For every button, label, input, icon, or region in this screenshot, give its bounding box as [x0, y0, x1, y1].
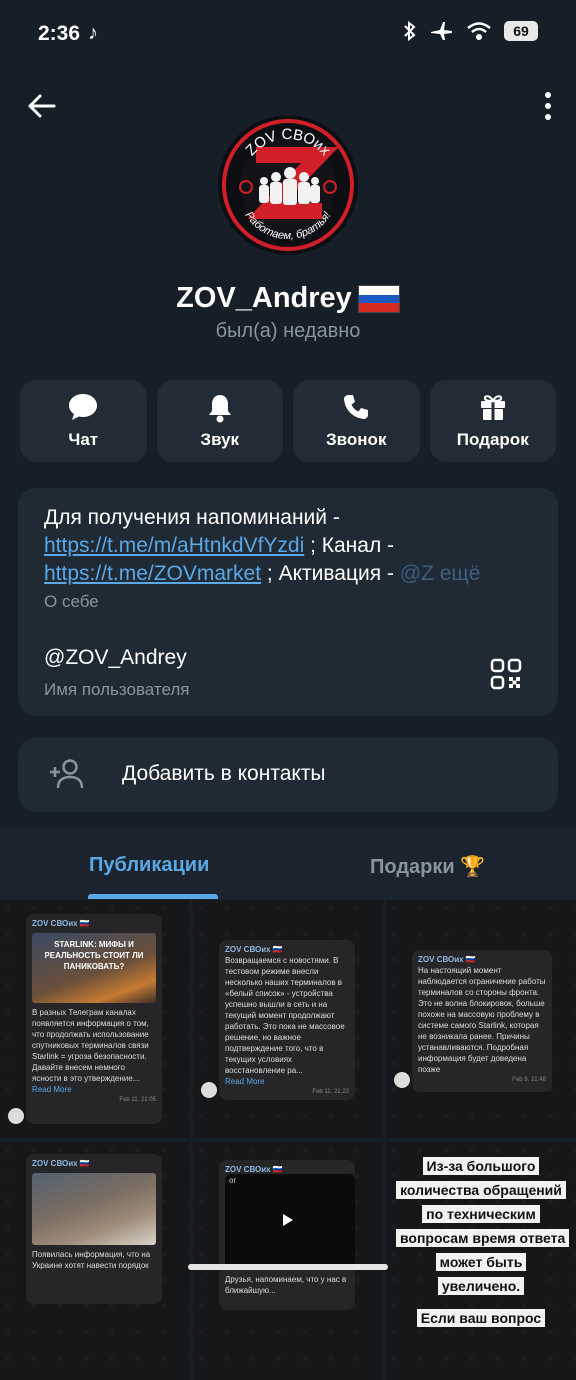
post-tile[interactable]: ZOV СВОих 🇷🇺 ог Друзья, напоминаем, что …	[193, 1142, 383, 1380]
notice-line: Если ваш вопрос	[416, 1309, 546, 1327]
username-label: Имя пользователя	[44, 680, 190, 699]
post-channel-name: ZOV СВОих 🇷🇺	[32, 919, 90, 928]
bio-link-channel[interactable]: https://t.me/ZOVmarket	[44, 562, 261, 585]
post-tile[interactable]: ZOV СВОих 🇷🇺 Появилась информация, что н…	[0, 1142, 190, 1380]
last-seen-status: был(а) недавно	[215, 320, 361, 342]
add-contact-button[interactable]: Добавить в контакты	[18, 738, 558, 812]
channel-avatar-mini	[201, 1082, 217, 1098]
gift-icon	[480, 395, 505, 420]
profile-name-row: ZOV_Andrey	[0, 282, 576, 315]
post-text: Появилась информация, что на Украине хот…	[32, 1250, 151, 1270]
post-channel-name: ZOV СВОих 🇷🇺	[32, 1159, 90, 1168]
chat-bubble-icon	[69, 394, 98, 420]
call-button[interactable]: Звонок	[293, 380, 420, 462]
post-bubble: ZOV СВОих 🇷🇺 Возвращаемся с новостями. В…	[219, 940, 355, 1100]
username[interactable]: @ZOV_Andrey	[44, 646, 187, 670]
post-text: В разных Телеграм каналах появляется инф…	[32, 1008, 149, 1083]
sound-button[interactable]: Звук	[156, 380, 283, 462]
action-buttons: Чат Звук Звонок Подарок	[20, 380, 556, 462]
post-text: Возвращаемся с новостями. В тестовом реж…	[225, 956, 345, 1075]
profile-info-card: Для получения напоминаний - https://t.me…	[18, 488, 558, 716]
bio-text-part: ; Канал -	[304, 534, 395, 557]
bio-fade-text: @Z	[399, 562, 434, 585]
bio-more-link[interactable]: ещё	[440, 562, 481, 585]
post-image	[32, 1173, 156, 1245]
profile-name: ZOV_Andrey	[176, 282, 352, 314]
post-channel-name: ZOV СВОих 🇷🇺	[225, 945, 283, 954]
wifi-icon	[467, 22, 491, 40]
post-text: Друзья, напоминаем, что у нас в ближайшу…	[225, 1275, 347, 1295]
tab-gifts[interactable]: Подарки 🏆	[370, 854, 485, 879]
notice-line: Из-за большого количества обращений по т…	[396, 1157, 570, 1295]
post-tile[interactable]: ZOV СВОих 🇷🇺 Возвращаемся с новостями. В…	[193, 900, 383, 1138]
post-date: Feb 11, 21:05	[119, 1097, 156, 1103]
call-button-label: Звонок	[326, 430, 387, 449]
bluetooth-icon	[404, 20, 416, 42]
post-video[interactable]: ог	[225, 1174, 355, 1270]
channel-avatar-mini	[394, 1072, 410, 1088]
post-date: Feb 11, 21:22	[312, 1089, 349, 1095]
phone-icon	[344, 395, 369, 419]
clock: 2:36	[38, 22, 81, 45]
post-bubble: ZOV СВОих 🇷🇺 Появилась информация, что н…	[26, 1154, 162, 1304]
chat-button[interactable]: Чат	[20, 380, 147, 462]
post-channel-name: ZOV СВОих 🇷🇺	[418, 955, 476, 964]
play-icon	[283, 1214, 293, 1226]
active-tab-indicator	[88, 894, 218, 899]
battery-indicator: 69	[504, 21, 538, 41]
chat-button-label: Чат	[68, 430, 99, 449]
tab-bar: Публикации Подарки 🏆	[0, 828, 576, 900]
post-bubble: ZOV СВОих 🇷🇺 STARLINK: МИФЫ И РЕАЛЬНОСТЬ…	[26, 914, 162, 1124]
bio-text: Для получения напоминаний - https://t.me…	[44, 504, 534, 588]
notice-text: Из-за большого количества обращений по т…	[396, 1154, 570, 1330]
bio-label: О себе	[44, 592, 99, 611]
add-contact-label: Добавить в контакты	[122, 762, 326, 785]
read-more-link[interactable]: Read More	[225, 1077, 265, 1086]
add-person-icon	[50, 759, 84, 789]
post-image: STARLINK: МИФЫ И РЕАЛЬНОСТЬ СТОИТ ЛИ ПАН…	[32, 933, 156, 1003]
read-more-link[interactable]: Read More	[32, 1085, 72, 1094]
system-icons: 69	[402, 20, 538, 42]
airplane-icon	[431, 22, 452, 40]
post-date: Feb 9, 21:48	[512, 1077, 546, 1083]
music-note-icon: ♪	[88, 22, 98, 44]
bell-icon	[208, 395, 231, 423]
post-text: На настоящий момент наблюдается ограниче…	[418, 966, 546, 1074]
russia-flag-icon	[357, 284, 400, 313]
post-image-caption: STARLINK: МИФЫ И РЕАЛЬНОСТЬ СТОИТ ЛИ ПАН…	[44, 940, 144, 971]
tab-publications[interactable]: Публикации	[89, 854, 209, 877]
gesture-handle	[188, 1264, 388, 1270]
channel-logo: ZOV СВОих Работаем, братья!	[220, 117, 356, 253]
back-arrow-icon[interactable]	[24, 88, 60, 124]
post-bubble: ZOV СВОих 🇷🇺 На настоящий момент наблюда…	[412, 950, 552, 1092]
gift-button-label: Подарок	[456, 430, 529, 449]
sound-button-label: Звук	[200, 430, 240, 449]
bio-text-part: ; Активация -	[261, 562, 400, 585]
status-bar: 2:36 ♪ 69	[0, 0, 576, 68]
post-tile[interactable]: ZOV СВОих 🇷🇺 На настоящий момент наблюда…	[386, 900, 576, 1138]
post-tile[interactable]: Из-за большого количества обращений по т…	[386, 1142, 576, 1380]
channel-avatar-mini	[8, 1108, 24, 1124]
more-vertical-icon[interactable]	[542, 90, 554, 122]
post-tile[interactable]: ZOV СВОих 🇷🇺 STARLINK: МИФЫ И РЕАЛЬНОСТЬ…	[0, 900, 190, 1138]
posts-grid: ZOV СВОих 🇷🇺 STARLINK: МИФЫ И РЕАЛЬНОСТЬ…	[0, 900, 576, 1380]
gift-button[interactable]: Подарок	[429, 380, 556, 462]
qr-code-icon[interactable]	[490, 658, 522, 690]
bio-link-reminders[interactable]: https://t.me/m/aHtnkdVfYzdi	[44, 534, 304, 557]
avatar[interactable]: ZOV СВОих Работаем, братья!	[218, 115, 358, 255]
post-video-text: ог	[229, 1176, 237, 1185]
bio-text-part: Для получения напоминаний -	[44, 506, 340, 529]
